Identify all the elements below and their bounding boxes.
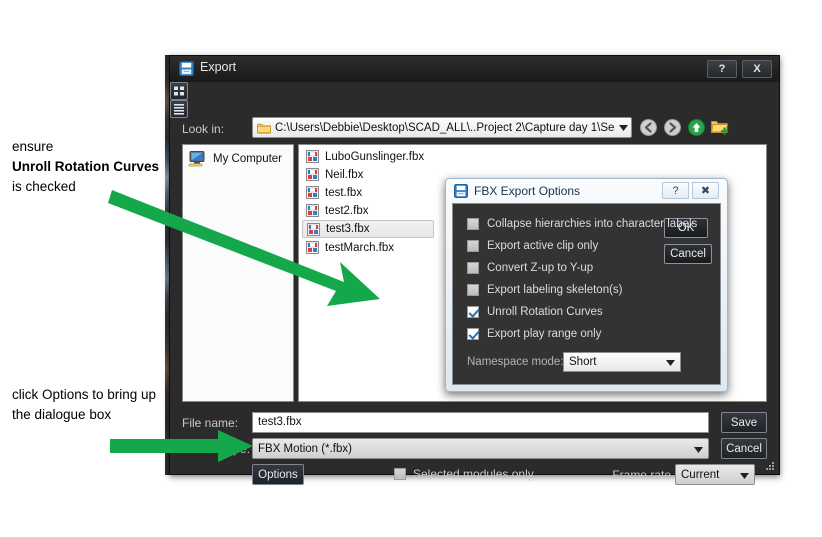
export-window-icon [179, 61, 194, 76]
file-list-item[interactable]: LuboGunslinger.fbx [302, 148, 434, 165]
back-arrow-icon[interactable] [638, 117, 658, 137]
namespace-mode-value: Short [569, 356, 597, 368]
selected-modules-only-label: Selected modules only [413, 467, 534, 481]
fbx-export-options-dialog: FBX Export Options ? ✖ OK Cancel Namespa… [445, 178, 728, 392]
file-name-row: File name: test3.fbx Save [182, 412, 767, 433]
fbx-option-checkbox[interactable]: Export labeling skeleton(s) [467, 284, 623, 296]
annotation-bottom-text: click Options to bring up the dialogue b… [12, 387, 157, 422]
namespace-mode-label: Namespace mode: [467, 356, 564, 368]
resize-grip[interactable] [766, 462, 775, 471]
annotation-top-tail: is checked [12, 179, 76, 194]
namespace-mode-combobox[interactable]: Short [563, 352, 681, 372]
files-of-type-value: FBX Motion (*.fbx) [258, 442, 352, 455]
options-row: Options Selected modules only Frame rate… [182, 464, 767, 486]
frame-rate-label: Frame rate [612, 468, 671, 482]
places-item-my-computer[interactable]: My Computer [183, 145, 293, 168]
fbx-help-button[interactable]: ? [662, 182, 689, 199]
new-folder-icon[interactable] [710, 117, 730, 137]
fbx-option-checkbox[interactable]: Export active clip only [467, 240, 598, 252]
fbx-dialog-body: OK Cancel Namespace mode: Short Collapse… [452, 203, 721, 385]
fbx-window-icon [454, 184, 468, 198]
places-item-label: My Computer [213, 153, 283, 165]
forward-arrow-icon[interactable] [662, 117, 682, 137]
chevron-down-icon [666, 353, 675, 371]
checkbox-box [467, 328, 479, 340]
fbx-option-label: Export active clip only [487, 240, 599, 252]
checkbox-box [467, 262, 479, 274]
fbx-option-label: Export play range only [487, 328, 602, 340]
annotation-top-bold: Unroll Rotation Curves [12, 159, 160, 174]
export-titlebar[interactable]: Export ? X [170, 56, 779, 83]
checkbox-box [394, 468, 406, 480]
my-computer-icon [188, 151, 205, 167]
tiles-view-icon[interactable] [170, 82, 188, 100]
list-view-icon[interactable] [170, 100, 188, 118]
folder-icon [257, 123, 271, 134]
fbx-cancel-button[interactable]: Cancel [664, 244, 712, 264]
export-window-title: Export [200, 60, 237, 74]
fbx-option-checkbox[interactable]: Unroll Rotation Curves [467, 306, 603, 318]
look-in-path-value: C:\Users\Debbie\Desktop\SCAD_ALL\..Proje… [275, 121, 615, 134]
checkbox-box [467, 284, 479, 296]
fbx-option-label: Convert Z-up to Y-up [487, 262, 594, 274]
selected-modules-only-checkbox[interactable]: Selected modules only [394, 467, 534, 481]
fbx-option-label: Unroll Rotation Curves [487, 306, 603, 318]
cancel-button[interactable]: Cancel [721, 438, 767, 459]
fbx-option-checkbox[interactable]: Export play range only [467, 328, 601, 340]
chevron-down-icon [694, 440, 703, 458]
checkbox-box [467, 306, 479, 318]
up-arrow-icon[interactable] [686, 117, 706, 137]
options-button[interactable]: Options [252, 464, 304, 485]
files-of-type-combobox[interactable]: FBX Motion (*.fbx) [252, 438, 709, 459]
files-of-type-row: Files of type: FBX Motion (*.fbx) Cancel [182, 438, 767, 459]
checkbox-box [467, 240, 479, 252]
look-in-label: Look in: [182, 122, 225, 136]
green-arrow-diagonal [108, 190, 380, 306]
fbx-option-label: Export labeling skeleton(s) [487, 284, 623, 296]
annotation-bottom: click Options to bring up the dialogue b… [12, 385, 162, 425]
fbx-close-button[interactable]: ✖ [692, 182, 719, 199]
fbx-dialog-titlebar[interactable]: FBX Export Options ? ✖ [446, 179, 727, 203]
fbx-dialog-title: FBX Export Options [474, 184, 581, 198]
chevron-down-icon [740, 466, 749, 484]
file-list-item-label: Neil.fbx [325, 168, 364, 181]
save-button[interactable]: Save [721, 412, 767, 433]
close-button[interactable]: X [742, 60, 772, 78]
frame-rate-combobox[interactable]: Current [675, 464, 755, 485]
fbx-file-icon [306, 168, 319, 181]
file-name-label: File name: [182, 416, 239, 430]
fbx-option-checkbox[interactable]: Convert Z-up to Y-up [467, 262, 593, 274]
file-list-item-label: LuboGunslinger.fbx [325, 150, 425, 163]
green-arrow-horizontal [110, 430, 253, 462]
file-list-item[interactable]: Neil.fbx [302, 166, 434, 183]
fbx-option-label: Collapse hierarchies into character labe… [487, 218, 698, 230]
chevron-down-icon [615, 124, 631, 131]
file-name-input[interactable]: test3.fbx [252, 412, 709, 433]
checkbox-box [467, 218, 479, 230]
fbx-file-icon [306, 150, 319, 163]
fbx-option-checkbox[interactable]: Collapse hierarchies into character labe… [467, 218, 697, 230]
frame-rate-value: Current [681, 468, 720, 481]
help-button[interactable]: ? [707, 60, 737, 78]
annotation-top-line1: ensure [12, 139, 54, 154]
look-in-path-combobox[interactable]: C:\Users\Debbie\Desktop\SCAD_ALL\..Proje… [252, 117, 632, 138]
